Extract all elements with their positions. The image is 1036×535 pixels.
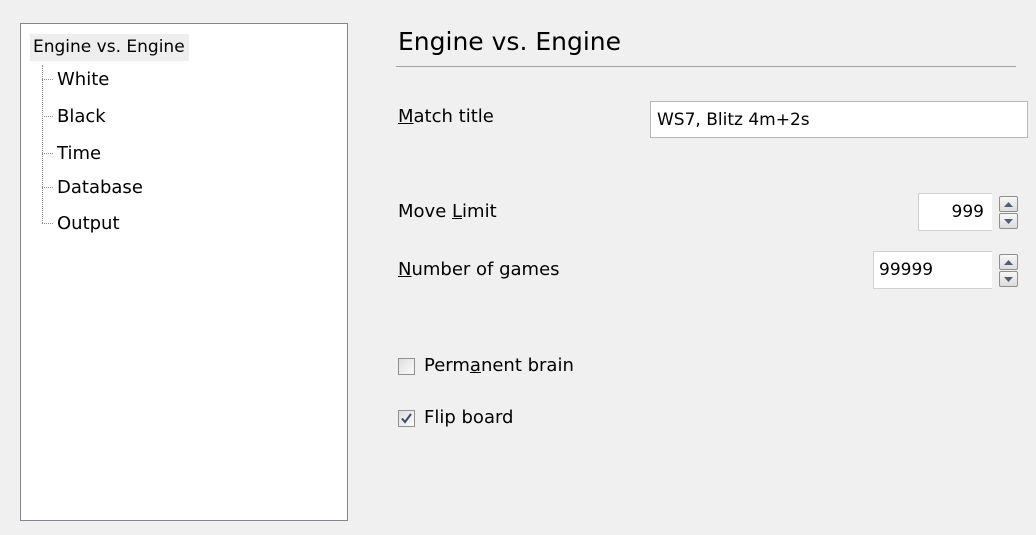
tree-item-label: White (57, 69, 110, 90)
number-of-games-decrement-button[interactable] (999, 271, 1018, 287)
spin-down-arrow-icon (1004, 218, 1013, 224)
permanent-brain-label: Permanent brain (424, 353, 574, 379)
label-text: nent brain (480, 355, 574, 376)
mnemonic-letter: L (452, 201, 463, 222)
tree-branch-line (42, 152, 53, 154)
label-text: atch title (413, 106, 494, 127)
options-tree[interactable]: Engine vs. Engine White Black Time Datab… (20, 23, 348, 521)
tree-item-label: Black (57, 106, 106, 127)
label-text: imit (462, 201, 497, 222)
tree-item-black[interactable]: Black (42, 103, 106, 130)
number-of-games-increment-button[interactable] (999, 254, 1018, 270)
label-text: umber of games (411, 259, 560, 280)
flip-board-checkbox-row[interactable]: Flip board (398, 405, 513, 431)
tree-item-white[interactable]: White (42, 66, 109, 93)
spin-up-arrow-icon (1004, 201, 1013, 207)
tree-item-output[interactable]: Output (42, 210, 120, 237)
tree-branch-line (42, 78, 53, 80)
number-of-games-label: Number of games (398, 257, 560, 283)
tree-item-database[interactable]: Database (42, 174, 143, 201)
tree-branch-line (42, 115, 53, 117)
tree-item-label: Database (57, 177, 143, 198)
move-limit-increment-button[interactable] (999, 196, 1018, 212)
check-mark-icon (401, 412, 412, 424)
label-text: Move (398, 201, 452, 222)
permanent-brain-checkbox[interactable] (398, 357, 415, 375)
spin-up-arrow-icon (1004, 259, 1013, 265)
move-limit-decrement-button[interactable] (999, 213, 1018, 229)
flip-board-checkbox[interactable] (398, 409, 415, 427)
label-text: Perm (424, 355, 470, 376)
section-divider (396, 66, 1016, 67)
move-limit-input[interactable]: 999 (918, 193, 992, 231)
permanent-brain-checkbox-row[interactable]: Permanent brain (398, 353, 574, 379)
tree-item-label: Output (57, 213, 120, 234)
tree-item-time[interactable]: Time (42, 140, 101, 167)
move-limit-spinner[interactable] (996, 195, 1022, 231)
number-of-games-input[interactable]: 99999 (873, 251, 992, 289)
match-title-label: Match title (398, 104, 494, 130)
mnemonic-letter: M (398, 106, 414, 127)
flip-board-label: Flip board (424, 407, 514, 428)
tree-item-label: Time (57, 143, 102, 164)
mnemonic-letter: N (398, 259, 412, 280)
number-of-games-spinner[interactable] (996, 253, 1022, 289)
tree-branch-line (42, 186, 53, 188)
tree-branch-line (42, 222, 53, 224)
move-limit-label: Move Limit (398, 199, 497, 225)
mnemonic-letter: a (469, 355, 481, 376)
spin-down-arrow-icon (1004, 276, 1013, 282)
tree-item-engine-vs-engine[interactable]: Engine vs. Engine (30, 34, 189, 61)
match-title-input[interactable] (650, 101, 1028, 138)
section-title: Engine vs. Engine (398, 27, 622, 56)
